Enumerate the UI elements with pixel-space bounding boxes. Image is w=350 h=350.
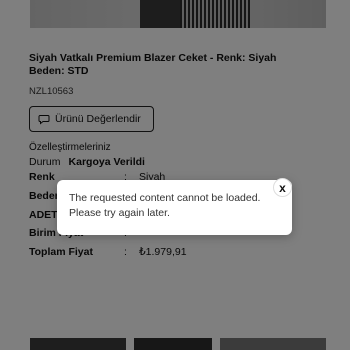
error-message: The requested content cannot be loaded. … xyxy=(69,192,261,219)
close-icon: x xyxy=(279,180,286,195)
modal-overlay[interactable] xyxy=(0,0,350,350)
close-dialog-button[interactable]: x xyxy=(273,178,292,197)
error-dialog: The requested content cannot be loaded. … xyxy=(57,180,292,235)
